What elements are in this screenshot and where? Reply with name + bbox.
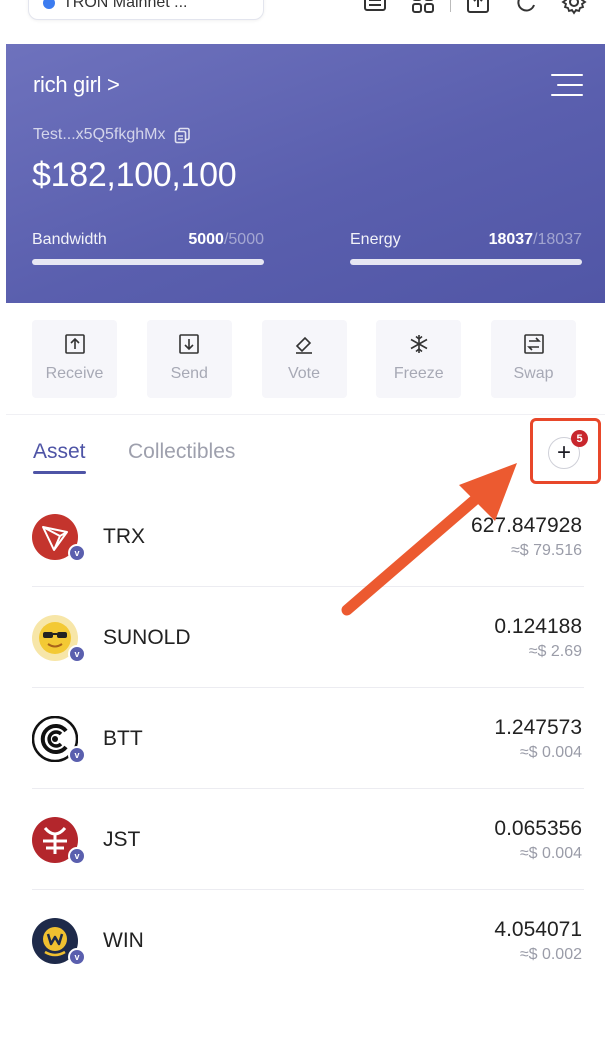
token-row-jst[interactable]: v JST 0.065356 ≈$ 0.004: [32, 789, 584, 890]
tab-asset[interactable]: Asset: [33, 440, 86, 474]
freeze-label: Freeze: [393, 365, 444, 382]
token-usd-value: ≈$ 2.69: [528, 643, 582, 660]
energy-total: /18037: [533, 231, 582, 248]
send-label: Send: [170, 365, 208, 382]
ledger-icon[interactable]: [362, 0, 388, 15]
network-label: TRON Mainnet ...: [63, 0, 188, 11]
token-usd-value: ≈$ 79.516: [510, 542, 582, 559]
wallet-address: Test...x5Q5fkghMx: [33, 126, 166, 143]
token-usd-value: ≈$ 0.002: [519, 946, 582, 963]
send-icon: [178, 333, 200, 355]
bandwidth-bar: [32, 259, 264, 265]
token-usd-value: ≈$ 0.004: [519, 845, 582, 862]
energy-value: 18037: [488, 231, 534, 248]
token-usd-value: ≈$ 0.004: [519, 744, 582, 761]
receive-label: Receive: [45, 365, 104, 382]
token-amount: 1.247573: [494, 716, 582, 739]
network-status-dot: [43, 0, 55, 9]
swap-button[interactable]: Swap: [491, 320, 576, 398]
energy-bar: [350, 259, 582, 265]
vote-icon: [293, 333, 315, 355]
token-amount: 627.847928: [471, 514, 582, 537]
refresh-icon[interactable]: [513, 0, 539, 15]
vote-button[interactable]: Vote: [261, 320, 347, 398]
dapp-icon[interactable]: [465, 0, 491, 15]
verified-badge: v: [68, 544, 86, 562]
verified-badge: v: [68, 746, 86, 764]
wallet-card: rich girl > Test...x5Q5fkghMx $182,100,1…: [6, 44, 605, 303]
verified-badge: v: [68, 948, 86, 964]
energy-resource[interactable]: Energy 18037/18037: [350, 231, 582, 265]
token-row-win[interactable]: v WIN 4.054071 ≈$ 0.002: [32, 890, 584, 964]
freeze-icon: [408, 333, 430, 355]
token-list: v TRX 627.847928 ≈$ 79.516 v SUNOLD 0.12…: [32, 486, 584, 964]
section-divider: [6, 414, 605, 415]
copy-icon[interactable]: [174, 127, 191, 144]
wallet-name[interactable]: rich girl >: [33, 72, 120, 98]
token-symbol: WIN: [103, 929, 144, 952]
token-row-btt[interactable]: v BTT 1.247573 ≈$ 0.004: [32, 688, 584, 789]
token-row-sunold[interactable]: v SUNOLD 0.124188 ≈$ 2.69: [32, 587, 584, 688]
bandwidth-resource[interactable]: Bandwidth 5000/5000: [32, 231, 264, 265]
energy-label: Energy: [350, 231, 401, 248]
verified-badge: v: [68, 847, 86, 865]
action-bar: Receive Send Vote Freeze Swap: [32, 320, 576, 398]
settings-icon[interactable]: [561, 0, 587, 15]
token-symbol: SUNOLD: [103, 626, 191, 649]
top-bar: TRON Mainnet ...: [0, 0, 605, 44]
wallet-address-row: Test...x5Q5fkghMx: [33, 126, 191, 144]
add-token-badge: 5: [571, 430, 588, 447]
send-button[interactable]: Send: [146, 320, 232, 398]
token-amount: 0.065356: [494, 817, 582, 840]
receive-icon: [64, 333, 86, 355]
token-row-trx[interactable]: v TRX 627.847928 ≈$ 79.516: [32, 486, 584, 587]
token-amount: 0.124188: [494, 615, 582, 638]
bandwidth-total: /5000: [223, 231, 264, 248]
total-balance: $182,100,100: [32, 156, 237, 194]
swap-label: Swap: [513, 365, 554, 382]
token-symbol: BTT: [103, 727, 143, 750]
tab-collectibles[interactable]: Collectibles: [128, 440, 235, 464]
grid-icon[interactable]: [410, 0, 436, 15]
swap-icon: [523, 333, 545, 355]
network-selector[interactable]: TRON Mainnet ...: [28, 0, 264, 20]
bandwidth-value: 5000: [188, 231, 224, 248]
receive-button[interactable]: Receive: [32, 320, 117, 398]
verified-badge: v: [68, 645, 86, 663]
vote-label: Vote: [287, 365, 321, 382]
token-amount: 4.054071: [494, 918, 582, 941]
menu-icon[interactable]: [551, 72, 583, 98]
freeze-button[interactable]: Freeze: [376, 320, 462, 398]
token-symbol: TRX: [103, 525, 145, 548]
toolbar-separator: [450, 0, 451, 12]
top-icons: [362, 0, 587, 16]
bandwidth-label: Bandwidth: [32, 231, 107, 248]
token-symbol: JST: [103, 828, 141, 851]
